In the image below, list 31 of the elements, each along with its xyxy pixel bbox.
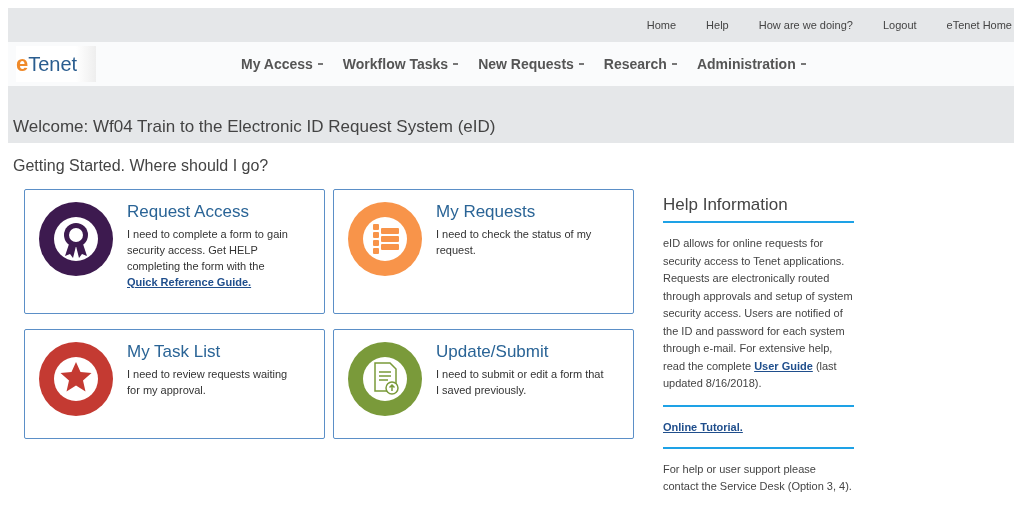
card-title[interactable]: My Requests (436, 202, 608, 222)
section-title: Getting Started. Where should I go? (13, 157, 270, 175)
top-link[interactable]: Help (706, 19, 729, 31)
nav-card[interactable]: My Requests I need to check the status of my request. (333, 189, 634, 314)
nav-menu[interactable]: Research (603, 56, 677, 72)
logo[interactable]: eTenet (16, 46, 96, 82)
card-description: I need to check the status of my request. (436, 227, 593, 258)
nav-card[interactable]: Update/Submit I need to submit or edit a form that I saved previously. (333, 329, 634, 439)
card-title[interactable]: Update/Submit (436, 342, 608, 362)
card-title[interactable]: Request Access (127, 202, 299, 222)
card-description: I need to review requests waiting for my approval. (127, 367, 289, 398)
nav-card[interactable]: My Task List I need to review requests waiting for my approval. (24, 329, 325, 439)
tutorial-link[interactable]: Online Tutorial. (663, 418, 743, 435)
support-text: For help or user support please contact the Service Desk (Option 3, 4). (663, 461, 853, 494)
nav-menu[interactable]: Workflow Tasks (342, 56, 459, 72)
welcome-title: Welcome: Wf04 Train to the Electronic ID Request System (eID) (13, 117, 496, 137)
nav-menu[interactable]: New Requests (478, 56, 584, 72)
top-link[interactable]: How are we doing? (758, 19, 853, 31)
top-link[interactable]: Logout (882, 19, 917, 31)
help-title: Help Information (663, 195, 854, 223)
card-description: I need to submit or edit a form that I saved previously. (436, 367, 605, 398)
nav-menu[interactable]: My Access (241, 56, 323, 72)
nav-menu[interactable]: Administration (696, 56, 806, 72)
top-link[interactable]: Home (646, 19, 677, 31)
top-link[interactable]: eTenet Home (946, 19, 1012, 31)
nav-card[interactable]: Request Access I need to complete a form to gain security access. Get HELP completing the form with the Quick Reference Guide. (24, 189, 325, 314)
card-description: I need to complete a form to gain security access. Get HELP completing the form with the (127, 227, 289, 274)
user-guide-link[interactable]: User Guide (754, 359, 813, 372)
card-title[interactable]: My Task List (127, 342, 299, 362)
guide-link[interactable]: Quick Reference Guide. (127, 274, 252, 290)
help-paragraph: eID allows for online requests for security access to Tenet applications. Requests are electronically routed through approvals and setup of system security access. Users are notified of the ID and password for each system through e-mail. For extensive help, read the complete User Guide (last updated 8/16/2018). (663, 236, 854, 391)
